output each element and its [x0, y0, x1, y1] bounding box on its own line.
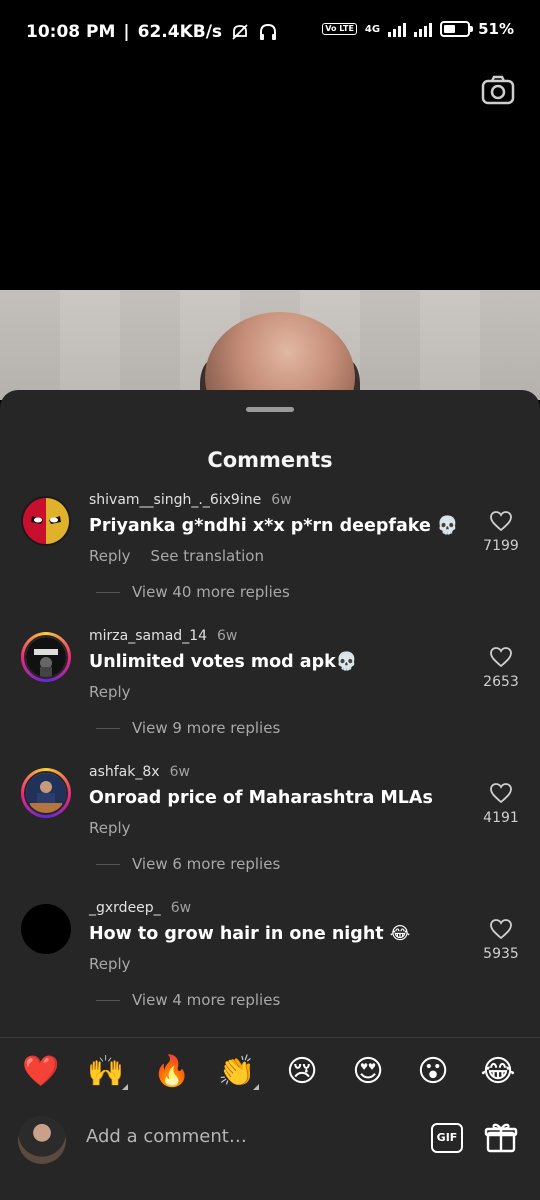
reaction-raised-hands-glyph: 🙌 [87, 1054, 125, 1089]
view-replies-button[interactable]: View 4 more replies [95, 991, 280, 1009]
heart-icon [490, 647, 512, 668]
comment-age: 6w [170, 900, 192, 916]
status-bar: 10:08 PM | 62.4KB/s Vo LTE 4G 51% [0, 0, 540, 66]
gif-button[interactable]: GIF [431, 1123, 463, 1153]
comment-age: 6w [271, 492, 292, 508]
comment-username[interactable]: _gxrdeep_ [89, 900, 161, 916]
gift-icon[interactable] [484, 1120, 518, 1154]
like-button[interactable] [480, 918, 522, 940]
comment-actions: Reply See translation [89, 547, 264, 565]
reply-button[interactable]: Reply [89, 819, 131, 837]
reaction-clap-glyph: 👏 [218, 1054, 256, 1089]
comment-age: 6w [169, 764, 190, 780]
reaction-surprised[interactable]: 😮 [411, 1050, 455, 1094]
comment-meta: shivam__singh_._6ix9ine 6w [89, 492, 292, 508]
comment-item: _gxrdeep_ 6w How to grow hair in one nigh… [0, 898, 540, 1034]
signal-icon-2 [414, 21, 433, 37]
reaction-crying[interactable]: 😢 [280, 1050, 324, 1094]
reaction-fire[interactable]: 🔥 [150, 1050, 194, 1094]
signal-icon [388, 21, 407, 37]
comment-item: shivam__singh_._6ix9ine 6w Priyanka g*ndh… [0, 490, 540, 626]
divider [0, 1037, 540, 1038]
view-replies-button[interactable]: View 6 more replies [95, 855, 280, 873]
sheet-title: Comments [207, 448, 333, 472]
status-left: 10:08 PM | 62.4KB/s [26, 22, 278, 42]
avatar[interactable] [21, 768, 71, 818]
network-type: 4G [364, 23, 381, 35]
comment-text: Priyanka g*ndhi x*x p*rn deepfake 💀 [89, 516, 459, 536]
reaction-laughing[interactable]: 😂 [476, 1050, 520, 1094]
comment-username[interactable]: shivam__singh_._6ix9ine [89, 492, 261, 508]
comment-composer: Add a comment… GIF [0, 1110, 540, 1200]
comment-actions: Reply [89, 683, 131, 701]
reaction-heart-eyes[interactable]: 😍 [346, 1050, 390, 1094]
heart-icon [490, 783, 512, 804]
comment-meta: _gxrdeep_ 6w [89, 900, 191, 916]
view-replies-button[interactable]: View 9 more replies [95, 719, 280, 737]
like-button[interactable] [480, 510, 522, 532]
like-count: 4191 [483, 810, 519, 826]
heart-icon [490, 511, 512, 532]
avatar-image [21, 496, 71, 546]
video-frame [0, 290, 540, 400]
status-right: Vo LTE 4G 51% [322, 20, 514, 38]
network-speed: 62.4KB/s [137, 22, 223, 42]
comment-input[interactable]: Add a comment… [86, 1126, 247, 1147]
status-time: 10:08 PM [26, 22, 116, 42]
avatar-picture [26, 773, 66, 813]
comments-sheet: Comments shivam__singh_._6ix9ine 6w Priya… [0, 390, 540, 1200]
battery-percent: 51% [478, 20, 514, 38]
avatar[interactable] [21, 496, 71, 546]
battery-fill [444, 25, 456, 33]
avatar[interactable] [21, 632, 71, 682]
like-button[interactable] [480, 646, 522, 668]
mute-icon [232, 24, 248, 40]
reply-button[interactable]: Reply [89, 683, 131, 701]
skin-tone-indicator [122, 1084, 128, 1090]
reply-button[interactable]: Reply [89, 955, 131, 973]
comments-list[interactable]: shivam__singh_._6ix9ine 6w Priyanka g*ndh… [0, 490, 540, 1038]
comment-text: Unlimited votes mod apk💀 [89, 652, 358, 672]
like-button[interactable] [480, 782, 522, 804]
comment-text: Onroad price of Maharashtra MLAs [89, 788, 433, 808]
battery-icon [440, 21, 474, 37]
view-replies-button[interactable]: View 40 more replies [96, 583, 290, 601]
comment-meta: mirza_samad_14 6w [89, 628, 237, 644]
headphones-icon [260, 23, 277, 40]
comment-actions: Reply [89, 955, 131, 973]
reaction-clap[interactable]: 👏 [215, 1050, 259, 1094]
avatar-image [24, 771, 68, 815]
reaction-heart[interactable]: ❤️ [19, 1050, 63, 1094]
comment-age: 6w [217, 628, 238, 644]
comment-item: mirza_samad_14 6w Unlimited votes mod apk… [0, 626, 540, 762]
avatar-picture [26, 637, 66, 677]
comment-meta: ashfak_8x 6w [89, 764, 190, 780]
avatar[interactable] [21, 904, 71, 954]
quick-reaction-bar: ❤️ 🙌 🔥 👏 😢 😍 😮 😂 [0, 1050, 540, 1094]
comment-item: ashfak_8x 6w Onroad price of Maharashtra … [0, 762, 540, 898]
my-avatar [18, 1116, 66, 1164]
like-count: 2653 [483, 674, 519, 690]
comment-username[interactable]: mirza_samad_14 [89, 628, 207, 644]
reply-button[interactable]: Reply [89, 547, 131, 565]
volte-badge: Vo LTE [322, 23, 357, 35]
skin-tone-indicator [253, 1084, 259, 1090]
camera-icon[interactable] [480, 72, 516, 108]
see-translation-button[interactable]: See translation [151, 547, 264, 565]
drag-handle[interactable] [246, 407, 294, 412]
status-separator: | [123, 22, 130, 42]
reaction-raised-hands[interactable]: 🙌 [84, 1050, 128, 1094]
heart-icon [490, 919, 512, 940]
comment-text: How to grow hair in one night 😂 [89, 924, 411, 944]
comment-username[interactable]: ashfak_8x [89, 764, 160, 780]
comment-actions: Reply [89, 819, 131, 837]
like-count: 7199 [483, 538, 519, 554]
avatar-image [24, 635, 68, 679]
video-area [0, 66, 540, 290]
like-count: 5935 [483, 946, 519, 962]
